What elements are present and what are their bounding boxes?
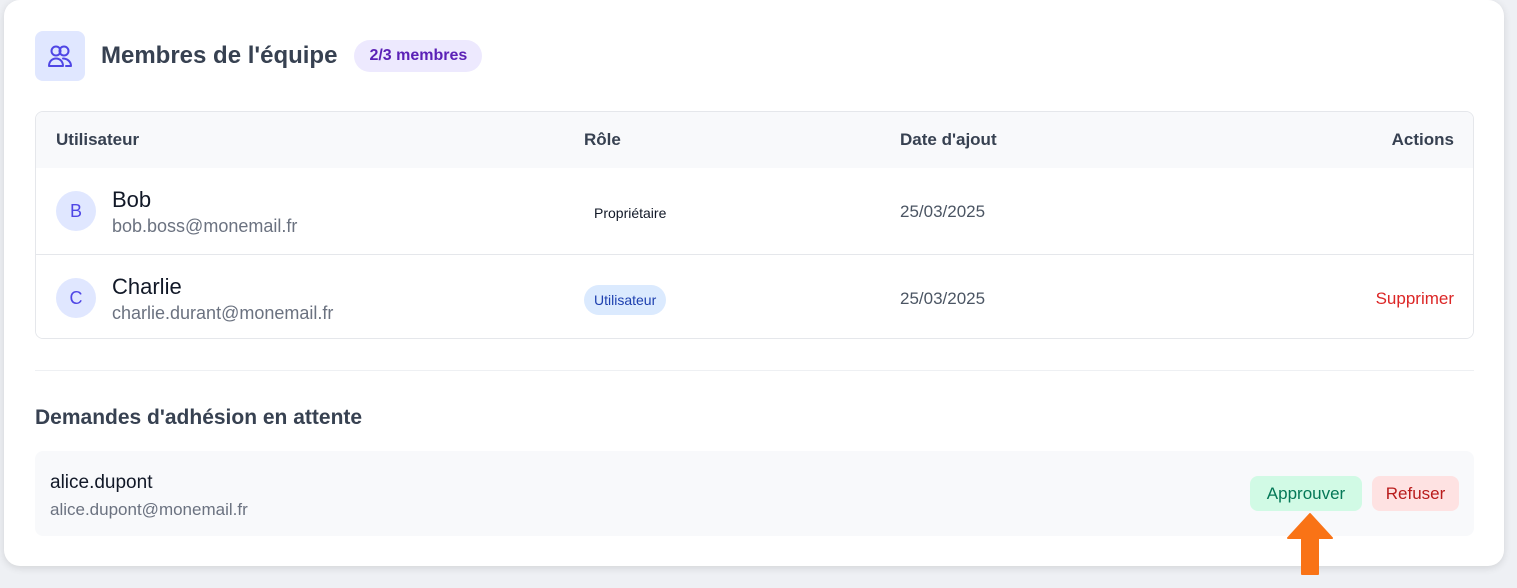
column-header-date: Date d'ajout [900,130,997,149]
table-row: C Charlie charlie.durant@monemail.fr Uti… [36,254,1473,338]
page-title: Membres de l'équipe [101,42,338,69]
user-name: Charlie [112,274,182,299]
table-header: Utilisateur Rôle Date d'ajout Actions [36,112,1473,168]
members-table: Utilisateur Rôle Date d'ajout Actions B … [35,111,1474,339]
role-label: Propriétaire [594,205,667,221]
users-icon [35,31,85,81]
section-divider [35,370,1474,371]
card-header: Membres de l'équipe 2/3 membres [35,31,483,81]
user-email: charlie.durant@monemail.fr [112,303,334,323]
member-count-badge: 2/3 membres [354,40,483,72]
column-header-role: Rôle [584,130,621,149]
refuse-button[interactable]: Refuser [1372,476,1459,511]
column-header-user: Utilisateur [56,130,140,149]
delete-member-button[interactable]: Supprimer [1376,289,1454,309]
avatar: B [56,191,96,231]
request-email: alice.dupont@monemail.fr [50,500,248,519]
role-badge: Utilisateur [584,285,667,315]
up-arrow-icon [1287,513,1333,575]
pending-requests-title: Demandes d'adhésion en attente [35,406,363,429]
user-name: Bob [112,187,152,212]
table-row: B Bob bob.boss@monemail.fr Propriétaire … [36,168,1473,254]
date-added: 25/03/2025 [900,289,986,308]
team-members-card: Membres de l'équipe 2/3 membres Utilisat… [4,0,1504,566]
request-username: alice.dupont [50,472,153,493]
date-added: 25/03/2025 [900,202,986,221]
approve-button[interactable]: Approuver [1250,476,1362,511]
pending-request-item: alice.dupont alice.dupont@monemail.fr Ap… [35,451,1474,536]
avatar: C [56,278,96,318]
column-header-actions: Actions [1391,130,1454,149]
user-email: bob.boss@monemail.fr [112,216,298,236]
